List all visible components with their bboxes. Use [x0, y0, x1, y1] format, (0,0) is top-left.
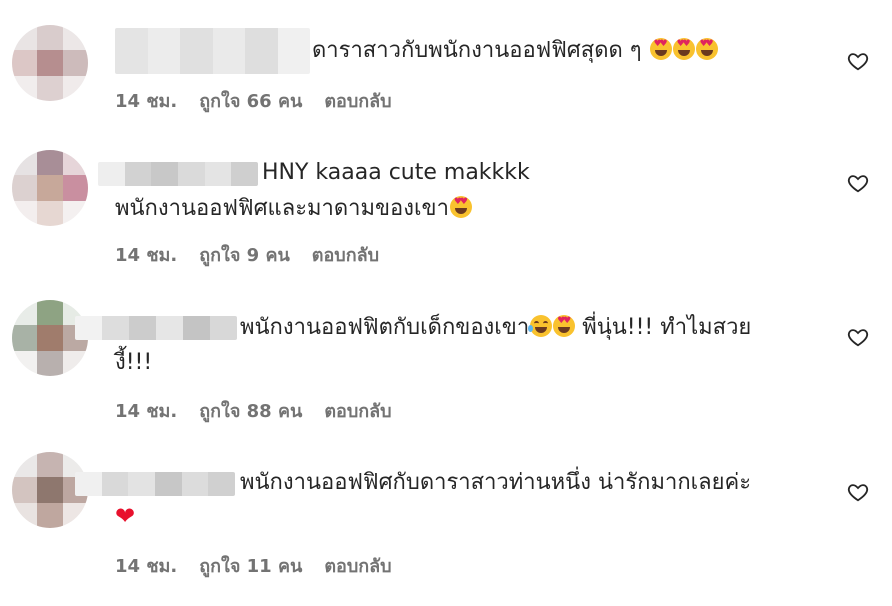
comment-text-line1: พนักงานออฟฟิศกับดาราสาวท่านหนึ่ง น่ารักม… — [240, 470, 752, 495]
heart-eyes-emoji-icon — [553, 315, 576, 337]
red-heart-emoji-icon: ❤ — [115, 502, 136, 530]
heart-outline-icon[interactable] — [847, 172, 869, 194]
heart-outline-icon[interactable] — [847, 481, 869, 503]
comment-time[interactable]: 14 ชม. — [115, 91, 177, 112]
reply-button[interactable]: ตอบกลับ — [324, 556, 391, 577]
username-redacted[interactable] — [98, 162, 258, 186]
reply-button[interactable]: ตอบกลับ — [324, 91, 391, 112]
comment-text-line2: งี้!!! — [115, 350, 153, 375]
reply-button[interactable]: ตอบกลับ — [324, 401, 391, 422]
comment-likes[interactable]: ถูกใจ 11 คน — [199, 556, 302, 577]
username-redacted[interactable] — [75, 472, 235, 496]
comment-meta: 14 ชม. ถูกใจ 88 คน ตอบกลับ — [115, 396, 414, 425]
comment-meta: 14 ชม. ถูกใจ 9 คน ตอบกลับ — [115, 240, 401, 269]
comment-meta: 14 ชม. ถูกใจ 11 คน ตอบกลับ — [115, 551, 414, 580]
heart-eyes-emoji-icon — [649, 38, 672, 60]
heart-eyes-emoji-icon — [449, 196, 472, 218]
heart-eyes-emoji-icon — [695, 38, 718, 60]
comment-meta: 14 ชม. ถูกใจ 66 คน ตอบกลับ — [115, 86, 414, 115]
comment-text: พนักงานออฟฟิตกับเด็กของเขา พี่นุ่น!!! ทำ… — [240, 311, 751, 345]
comment-time[interactable]: 14 ชม. — [115, 245, 177, 266]
comment-text: ดาราสาวกับพนักงานออฟฟิศสุดด ๆ — [312, 34, 718, 68]
comment-text-line1: HNY kaaaa cute makkkk — [262, 160, 530, 185]
reply-button[interactable]: ตอบกลับ — [312, 245, 379, 266]
comment-text: พนักงานออฟฟิศและมาดามของเขา — [115, 192, 472, 226]
comment-text-line2: พนักงานออฟฟิศและมาดามของเขา — [115, 196, 449, 221]
avatar[interactable] — [12, 25, 88, 101]
heart-outline-icon[interactable] — [847, 50, 869, 72]
heart-eyes-emoji-icon — [672, 38, 695, 60]
username-redacted[interactable] — [75, 316, 237, 340]
comment-text-line1: ดาราสาวกับพนักงานออฟฟิศสุดด ๆ — [312, 38, 642, 63]
avatar[interactable] — [12, 150, 88, 226]
heart-outline-icon[interactable] — [847, 326, 869, 348]
comment-text-line1-continued: พี่นุ่น!!! ทำไมสวย — [582, 315, 752, 340]
comment-time[interactable]: 14 ชม. — [115, 556, 177, 577]
comment-likes[interactable]: ถูกใจ 88 คน — [199, 401, 302, 422]
comment-likes[interactable]: ถูกใจ 9 คน — [199, 245, 290, 266]
comment-likes[interactable]: ถูกใจ 66 คน — [199, 91, 302, 112]
comment-text: ❤ — [115, 501, 135, 535]
tears-of-joy-emoji-icon — [528, 315, 553, 337]
comment-text-line1: พนักงานออฟฟิตกับเด็กของเขา — [240, 315, 530, 340]
username-redacted[interactable] — [115, 28, 310, 74]
comment-time[interactable]: 14 ชม. — [115, 401, 177, 422]
